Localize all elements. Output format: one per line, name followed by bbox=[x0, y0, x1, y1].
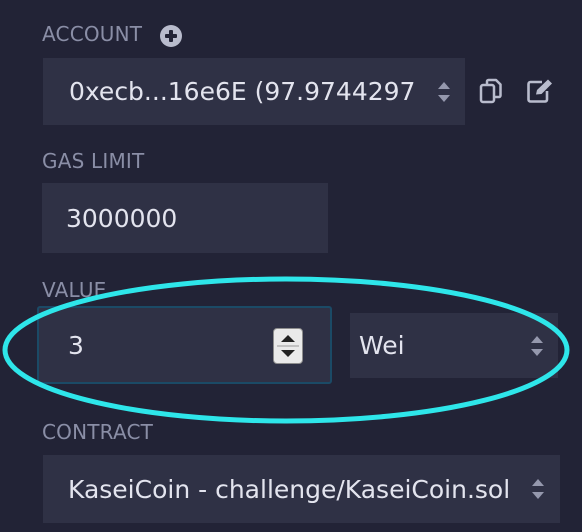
account-label: ACCOUNT bbox=[42, 22, 142, 46]
gas-limit-input[interactable]: 3000000 bbox=[42, 183, 328, 253]
gas-limit-label: GAS LIMIT bbox=[42, 149, 144, 173]
account-label-text: ACCOUNT bbox=[42, 22, 143, 46]
value-amount: 3 bbox=[68, 330, 84, 360]
contract-select[interactable]: KaseiCoin - challenge/KaseiCoin.sol bbox=[43, 455, 560, 523]
account-select[interactable]: 0xecb...16e6E (97.9744297 bbox=[43, 58, 465, 125]
select-arrows-icon bbox=[532, 479, 544, 499]
account-select-value: 0xecb...16e6E (97.9744297 bbox=[69, 77, 416, 106]
value-label: VALUE bbox=[42, 278, 107, 302]
contract-select-value: KaseiCoin - challenge/KaseiCoin.sol bbox=[68, 474, 511, 504]
value-label-text: VALUE bbox=[42, 278, 107, 302]
value-unit: Wei bbox=[359, 331, 405, 360]
copy-icon[interactable] bbox=[479, 78, 503, 104]
gas-limit-label-text: GAS LIMIT bbox=[42, 149, 145, 173]
gas-limit-value: 3000000 bbox=[66, 203, 178, 233]
select-arrows-icon bbox=[531, 336, 543, 356]
value-spinner[interactable] bbox=[273, 328, 303, 364]
value-unit-select[interactable]: Wei bbox=[350, 313, 558, 378]
edit-icon[interactable] bbox=[526, 78, 554, 104]
spinner-arrows-icon bbox=[277, 335, 299, 357]
plus-circle-icon[interactable] bbox=[159, 24, 183, 48]
select-arrows-icon bbox=[438, 82, 450, 102]
contract-label-text: CONTRACT bbox=[42, 420, 154, 444]
contract-label: CONTRACT bbox=[42, 420, 153, 444]
